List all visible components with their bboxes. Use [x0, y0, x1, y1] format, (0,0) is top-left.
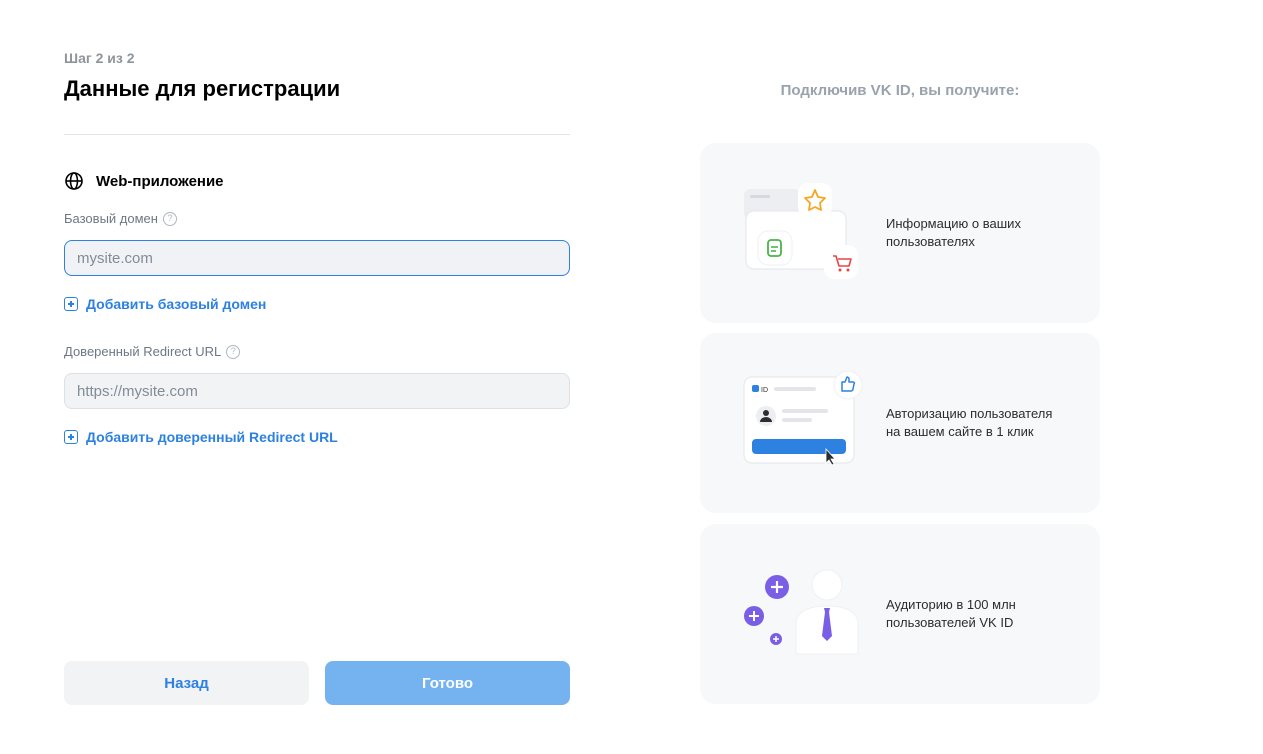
benefit-card-user-data: Информацию о ваших пользователях: [700, 143, 1100, 323]
login-illustration: ID: [743, 370, 863, 466]
base-domain-input[interactable]: [64, 240, 570, 276]
registration-form: Шаг 2 из 2 Данные для регистрации Web-пр…: [64, 0, 570, 754]
base-domain-label: Базовый домен ?: [64, 211, 177, 226]
audience-illustration: [744, 569, 859, 655]
add-redirect-url-link[interactable]: Добавить доверенный Redirect URL: [64, 429, 338, 445]
platform-label: Web-приложение: [96, 172, 224, 190]
globe-icon: [65, 172, 83, 190]
help-icon[interactable]: ?: [162, 211, 177, 226]
add-redirect-url-label: Добавить доверенный Redirect URL: [86, 429, 338, 445]
done-button[interactable]: Готово: [325, 661, 570, 705]
add-base-domain-label: Добавить базовый домен: [86, 296, 267, 312]
user-data-illustration: [744, 183, 858, 279]
add-base-domain-link[interactable]: Добавить базовый домен: [64, 296, 266, 312]
benefit-card-audience: Аудиторию в 100 млн пользователей VK ID: [700, 524, 1100, 704]
plus-square-icon: [64, 297, 78, 311]
platform-header: Web-приложение: [64, 171, 224, 191]
divider: [64, 134, 570, 135]
redirect-url-input[interactable]: [64, 373, 570, 409]
redirect-url-label-text: Доверенный Redirect URL: [64, 344, 222, 359]
benefit-text: Информацию о ваших пользователях: [886, 216, 1021, 249]
step-indicator: Шаг 2 из 2: [64, 50, 135, 66]
benefit-card-login: ID Авторизацию пользователя на вашем сай…: [700, 333, 1100, 513]
plus-square-icon: [64, 430, 78, 444]
help-icon[interactable]: ?: [226, 344, 241, 359]
back-button[interactable]: Назад: [64, 661, 309, 705]
redirect-url-label: Доверенный Redirect URL ?: [64, 344, 241, 359]
benefits-heading: Подключив VK ID, вы получите:: [780, 82, 1020, 99]
benefit-text: Аудиторию в 100 млн пользователей VK ID: [886, 597, 1016, 630]
benefit-text: Авторизацию пользователя на вашем сайте …: [886, 406, 1053, 439]
base-domain-label-text: Базовый домен: [64, 211, 158, 226]
page-title: Данные для регистрации: [64, 76, 341, 101]
vk-id-badge: ID: [761, 387, 768, 394]
